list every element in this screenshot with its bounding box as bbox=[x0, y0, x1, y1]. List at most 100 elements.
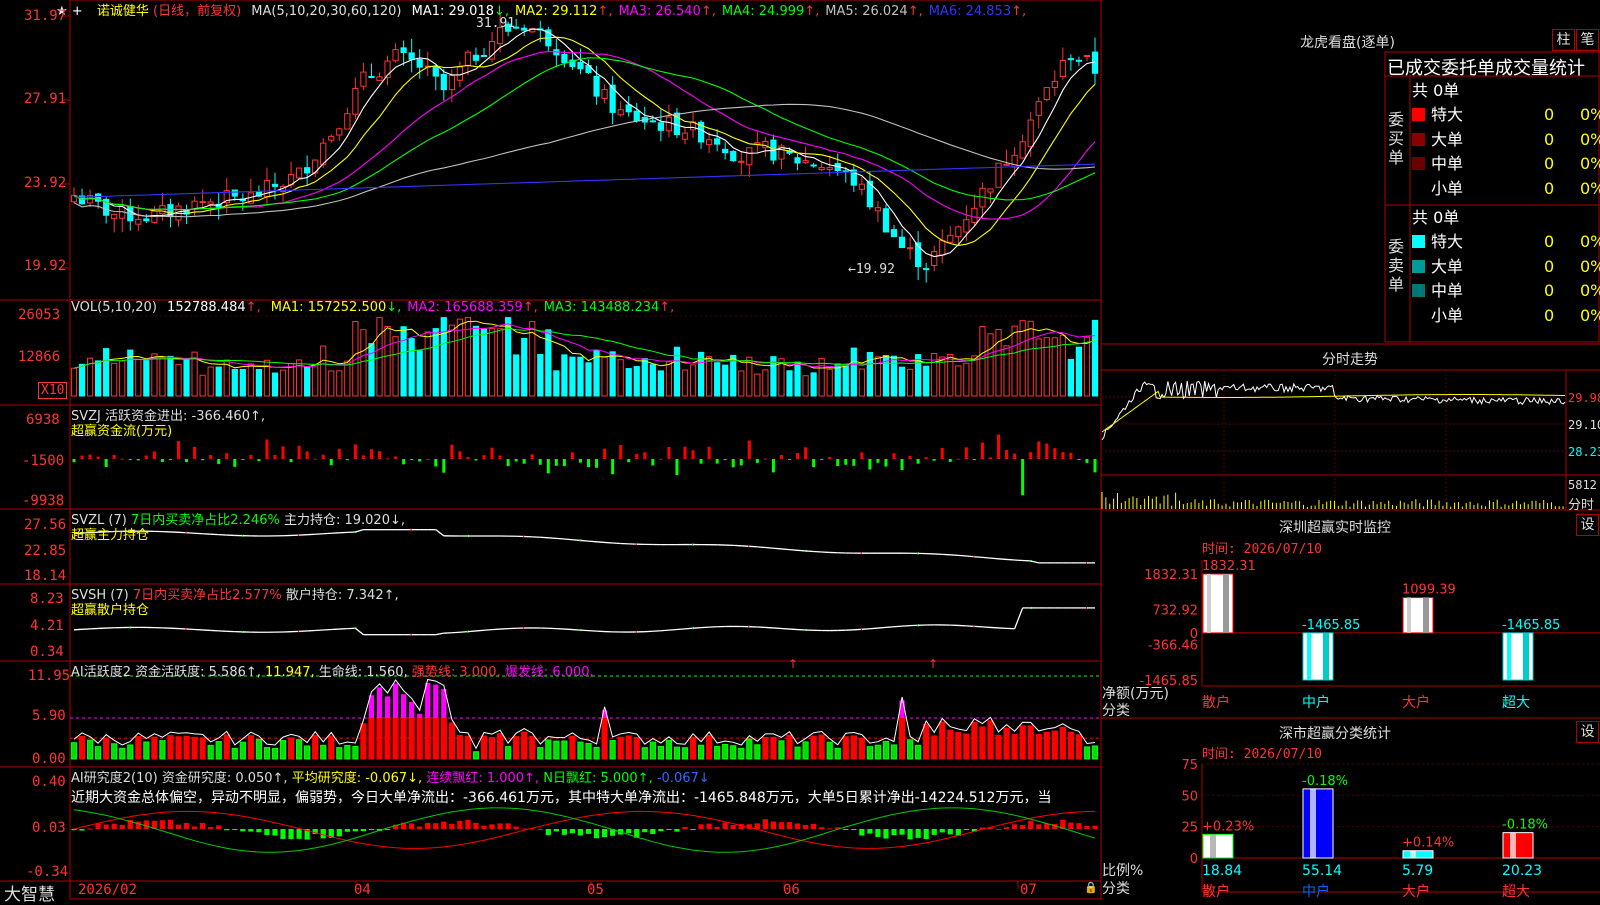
volume-bar[interactable] bbox=[626, 369, 631, 396]
candle[interactable] bbox=[433, 67, 438, 76]
volume-bar[interactable] bbox=[506, 318, 511, 396]
ai-research-chart[interactable] bbox=[71, 808, 1097, 852]
volume-bar[interactable] bbox=[755, 374, 760, 396]
volume-bar[interactable] bbox=[1068, 359, 1073, 396]
candle[interactable] bbox=[144, 219, 149, 221]
candle[interactable] bbox=[891, 230, 896, 237]
candle[interactable] bbox=[361, 72, 366, 86]
candle[interactable] bbox=[112, 214, 117, 218]
candle[interactable] bbox=[578, 62, 583, 68]
brand-logo[interactable]: 大智慧 bbox=[4, 880, 55, 905]
candle[interactable] bbox=[1044, 88, 1049, 100]
add-icon[interactable]: + bbox=[72, 4, 83, 19]
candle[interactable] bbox=[1084, 56, 1089, 57]
candle[interactable] bbox=[401, 48, 406, 53]
volume-bar[interactable] bbox=[497, 329, 502, 396]
volume-bar[interactable] bbox=[602, 357, 607, 396]
volume-bar[interactable] bbox=[361, 330, 366, 396]
volume-bar[interactable] bbox=[1084, 337, 1089, 396]
volume-bar[interactable] bbox=[538, 355, 543, 396]
volume-bar[interactable] bbox=[554, 371, 559, 396]
volume-bar[interactable] bbox=[433, 329, 438, 396]
volume-bar[interactable] bbox=[715, 363, 720, 396]
volume-bar[interactable] bbox=[481, 329, 486, 396]
volume-bar[interactable] bbox=[891, 356, 896, 396]
volume-bar[interactable] bbox=[313, 364, 318, 396]
volume-bar[interactable] bbox=[739, 371, 744, 396]
monitor-settings-button[interactable]: 设 bbox=[1576, 514, 1599, 536]
candle[interactable] bbox=[296, 168, 301, 178]
volume-bar[interactable] bbox=[763, 370, 768, 396]
volume-bar[interactable] bbox=[940, 357, 945, 396]
volume-bar[interactable] bbox=[385, 326, 390, 396]
stats-bar[interactable] bbox=[1203, 834, 1233, 858]
volume-bar[interactable] bbox=[369, 344, 374, 396]
volume-bar[interactable] bbox=[658, 371, 663, 396]
candle[interactable] bbox=[345, 114, 350, 129]
volume-bar[interactable] bbox=[168, 356, 173, 396]
stats-bar-chart[interactable]: 7550250+0.23%18.84散户-0.18%55.14中户+0.14%5… bbox=[1181, 758, 1600, 900]
volume-bar[interactable] bbox=[666, 362, 671, 396]
volume-bar[interactable] bbox=[248, 364, 253, 396]
lock-icon[interactable]: 🔒 bbox=[1084, 881, 1098, 894]
volume-bar[interactable] bbox=[634, 367, 639, 396]
volume-bar[interactable] bbox=[136, 360, 141, 396]
volume-bar[interactable] bbox=[1092, 320, 1097, 396]
candle[interactable] bbox=[200, 202, 205, 203]
candle[interactable] bbox=[457, 67, 462, 80]
candle[interactable] bbox=[811, 165, 816, 166]
volume-bar[interactable] bbox=[1044, 338, 1049, 396]
volume-bar[interactable] bbox=[787, 371, 792, 396]
volume-bar[interactable] bbox=[144, 361, 149, 396]
candle[interactable] bbox=[272, 184, 277, 186]
candle[interactable] bbox=[875, 208, 880, 211]
candle[interactable] bbox=[731, 151, 736, 160]
volume-bar[interactable] bbox=[112, 363, 117, 396]
volume-bar[interactable] bbox=[570, 357, 575, 396]
candle[interactable] bbox=[666, 117, 671, 131]
volume-bar[interactable] bbox=[393, 337, 398, 396]
candle[interactable] bbox=[956, 227, 961, 237]
candle[interactable] bbox=[417, 59, 422, 67]
volume-bar[interactable] bbox=[682, 370, 687, 396]
candle[interactable] bbox=[409, 53, 414, 60]
candle[interactable] bbox=[337, 129, 342, 135]
volume-bar[interactable] bbox=[305, 367, 310, 396]
candle[interactable] bbox=[465, 52, 470, 65]
volume-bar[interactable] bbox=[104, 349, 109, 396]
candle[interactable] bbox=[739, 161, 744, 162]
volume-bar[interactable] bbox=[441, 318, 446, 396]
volume-bar[interactable] bbox=[827, 369, 832, 396]
volume-bar[interactable] bbox=[329, 371, 334, 396]
volume-bar[interactable] bbox=[256, 369, 261, 396]
column-mode-button[interactable]: 柱 bbox=[1552, 29, 1575, 51]
volume-bar[interactable] bbox=[843, 365, 848, 396]
volume-bar[interactable] bbox=[216, 367, 221, 396]
candle[interactable] bbox=[522, 28, 527, 30]
volume-bar[interactable] bbox=[851, 348, 856, 396]
stats-bar[interactable] bbox=[1303, 789, 1333, 858]
volume-bar[interactable] bbox=[272, 373, 277, 396]
candle[interactable] bbox=[449, 76, 454, 90]
candle[interactable] bbox=[329, 136, 334, 140]
candle[interactable] bbox=[369, 77, 374, 78]
candle[interactable] bbox=[658, 123, 663, 131]
volume-bar[interactable] bbox=[972, 356, 977, 396]
volume-bar[interactable] bbox=[449, 325, 454, 396]
candle[interactable] bbox=[618, 110, 623, 115]
volume-bar[interactable] bbox=[562, 355, 567, 396]
volume-bar[interactable] bbox=[980, 326, 985, 396]
volume-bar[interactable] bbox=[1020, 321, 1025, 396]
candle[interactable] bbox=[803, 161, 808, 163]
candle[interactable] bbox=[1060, 60, 1065, 76]
main-chart-canvas[interactable]: ↑↑ 1832.31732.920-366.46-1465.851832.31散… bbox=[0, 0, 1600, 900]
stats-bar[interactable] bbox=[1403, 851, 1433, 858]
volume-bar[interactable] bbox=[152, 354, 157, 396]
candle[interactable] bbox=[377, 77, 382, 81]
volume-bar[interactable] bbox=[706, 357, 711, 396]
volume-bar[interactable] bbox=[948, 355, 953, 396]
monitor-bar-chart[interactable]: 1832.31732.920-366.46-1465.851832.31散户-1… bbox=[1140, 559, 1600, 711]
candle[interactable] bbox=[715, 139, 720, 144]
volume-bar[interactable] bbox=[71, 368, 76, 396]
volume-bar[interactable] bbox=[795, 362, 800, 396]
